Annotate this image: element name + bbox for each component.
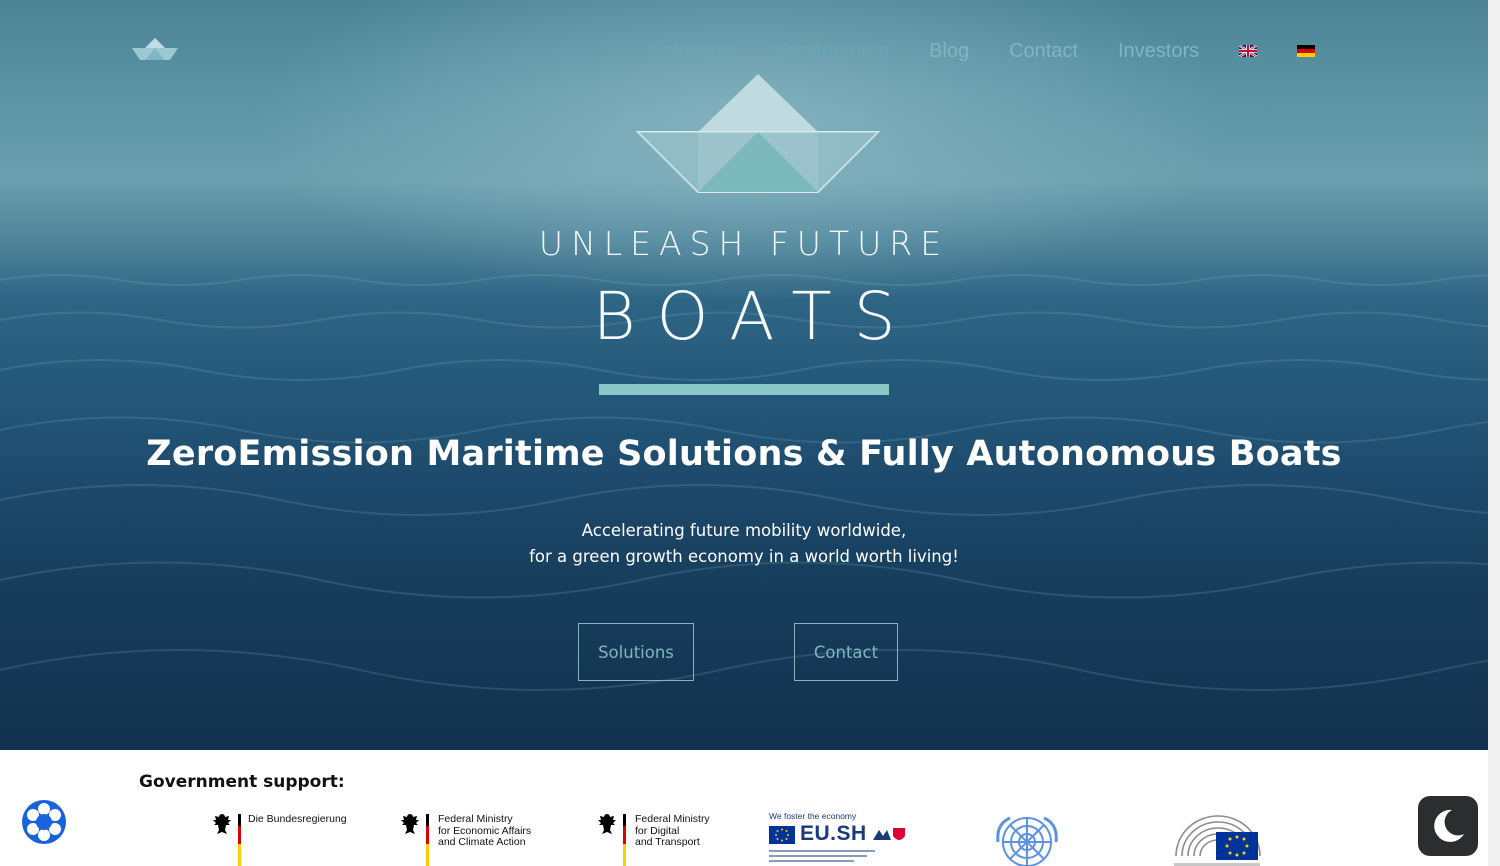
logo-bundesregierung-text: Die Bundesregierung xyxy=(248,813,347,825)
nav-management[interactable]: Management xyxy=(772,40,889,63)
logo-boat-icon[interactable] xyxy=(130,36,180,62)
flag-germany-icon[interactable] xyxy=(1297,45,1316,57)
logo-european-parliament[interactable] xyxy=(1172,812,1264,866)
eu-flag-icon xyxy=(769,826,795,844)
logo-bmwk-line-3: and Climate Action xyxy=(438,836,526,848)
logo-bmdv-line-1: Federal Ministry xyxy=(635,813,710,825)
logo-eu-sh[interactable]: We foster the economy EU.SH xyxy=(768,810,913,866)
hero-divider xyxy=(599,384,889,395)
eu-sh-mark: EU.SH xyxy=(800,822,867,845)
hero-headline: ZeroEmission Maritime Solutions & Fully … xyxy=(146,434,1342,474)
logo-bundesregierung[interactable]: Die Bundesregierung xyxy=(210,808,350,866)
federal-eagle-icon xyxy=(598,814,616,834)
main-nav: Solutions Management Blog Contact Invest… xyxy=(630,36,1335,66)
brand-tagline: UNLEASH FUTURE xyxy=(538,224,950,263)
logo-bmdv-line-3: and Transport xyxy=(635,836,700,848)
nav-contact[interactable]: Contact xyxy=(1009,40,1078,63)
dark-mode-toggle[interactable] xyxy=(1418,796,1478,856)
sh-coat-of-arms-icon xyxy=(873,828,905,840)
logo-bmwk[interactable]: Federal Ministry for Economic Affairs an… xyxy=(398,808,538,866)
brand-name: BOATS xyxy=(592,278,918,355)
scrollbar[interactable] xyxy=(1488,0,1500,866)
hero-subline-2: for a green growth economy in a world wo… xyxy=(529,547,959,566)
federal-eagle-icon xyxy=(213,814,231,834)
logo-bmwk-line-1: Federal Ministry xyxy=(438,813,513,825)
nav-investors[interactable]: Investors xyxy=(1118,40,1199,63)
nav-blog[interactable]: Blog xyxy=(929,40,969,63)
moon-icon xyxy=(1434,809,1464,842)
contact-button[interactable]: Contact xyxy=(794,623,898,681)
flag-uk-icon[interactable] xyxy=(1239,45,1258,57)
parliament-hemicycle-icon xyxy=(1174,815,1261,866)
hero-subline: Accelerating future mobility worldwide, … xyxy=(0,518,1488,570)
privacy-settings-icon[interactable] xyxy=(20,798,68,846)
logo-bmdv[interactable]: Federal Ministry for Digital and Transpo… xyxy=(595,808,725,866)
eu-sh-fineprint xyxy=(769,850,875,862)
government-support-title: Government support: xyxy=(139,772,345,792)
paper-boat-logo xyxy=(636,74,880,193)
federal-eagle-icon xyxy=(401,814,419,834)
solutions-button[interactable]: Solutions xyxy=(578,623,694,681)
hero-subline-1: Accelerating future mobility worldwide, xyxy=(581,521,907,540)
eu-sh-caption: We foster the economy xyxy=(769,811,857,821)
nav-solutions[interactable]: Solutions xyxy=(650,40,732,63)
united-nations-emblem-icon[interactable] xyxy=(990,812,1064,866)
